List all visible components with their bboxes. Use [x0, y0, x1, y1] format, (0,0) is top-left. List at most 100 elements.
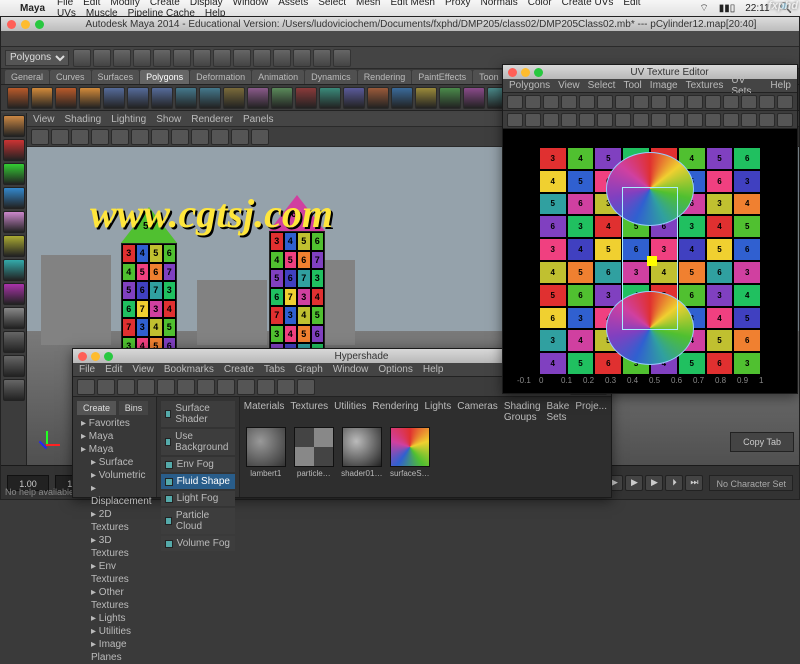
uv-tool[interactable]	[579, 113, 595, 127]
hs-menu-graph[interactable]: Graph	[295, 364, 323, 375]
mac-menu-display[interactable]: Display	[190, 0, 223, 8]
shelf-icon[interactable]	[199, 87, 221, 109]
tool-button[interactable]	[3, 139, 25, 161]
hs-menu-help[interactable]: Help	[423, 364, 444, 375]
copy-tab-button[interactable]: Copy Tab	[730, 432, 794, 452]
character-set-dropdown[interactable]: No Character Set	[709, 475, 793, 491]
hypershade-work-area[interactable]: MaterialsTexturesUtilitiesRenderingLight…	[240, 397, 611, 497]
minimize-icon[interactable]	[21, 20, 30, 29]
panel-tool[interactable]	[231, 129, 249, 145]
uv-tool[interactable]	[543, 113, 559, 127]
uv-tool[interactable]	[759, 95, 775, 109]
uv-tool[interactable]	[633, 95, 649, 109]
hs-menu-edit[interactable]: Edit	[105, 364, 122, 375]
shelf-icon[interactable]	[367, 87, 389, 109]
uv-menu-image[interactable]: Image	[650, 80, 678, 91]
status-icon[interactable]	[213, 49, 231, 67]
tree-item[interactable]: ▸ Other Textures	[81, 586, 152, 612]
uv-tool[interactable]	[669, 113, 685, 127]
hs-tab[interactable]: Materials	[244, 401, 285, 423]
hs-tool[interactable]	[137, 379, 155, 395]
panel-menu-renderer[interactable]: Renderer	[191, 114, 233, 125]
uv-tool[interactable]	[597, 113, 613, 127]
menu-set-dropdown[interactable]: Polygons	[5, 50, 69, 66]
hs-tab[interactable]: Bake Sets	[547, 401, 570, 423]
uv-manipulator[interactable]	[647, 256, 657, 266]
status-icon[interactable]	[273, 49, 291, 67]
hs-tool[interactable]	[237, 379, 255, 395]
shelf-icon[interactable]	[415, 87, 437, 109]
uv-tool[interactable]	[777, 95, 793, 109]
shelf-icon[interactable]	[463, 87, 485, 109]
uv-tool[interactable]	[741, 113, 757, 127]
uv-editor-window[interactable]: UV Texture Editor PolygonsViewSelectTool…	[502, 64, 798, 394]
shelf-tab-toon[interactable]: Toon	[473, 70, 505, 84]
mac-menu-proxy[interactable]: Proxy	[445, 0, 471, 8]
tree-item[interactable]: ▸ Surface	[81, 456, 152, 469]
tree-item[interactable]: ▸ Favorites	[81, 417, 152, 430]
mac-menu-file[interactable]: File	[57, 0, 73, 8]
panel-menu-panels[interactable]: Panels	[243, 114, 274, 125]
status-icon[interactable]	[113, 49, 131, 67]
shelf-tab-curves[interactable]: Curves	[50, 70, 91, 84]
panel-menu-view[interactable]: View	[33, 114, 55, 125]
uv-tool[interactable]	[615, 113, 631, 127]
zoom-icon[interactable]	[534, 68, 543, 77]
hs-menu-bookmarks[interactable]: Bookmarks	[164, 364, 214, 375]
uv-tool[interactable]	[705, 95, 721, 109]
uv-tool[interactable]	[615, 95, 631, 109]
uv-tool[interactable]	[561, 113, 577, 127]
node-type-item[interactable]: Env Fog	[161, 457, 235, 472]
zoom-icon[interactable]	[104, 352, 113, 361]
panel-tool[interactable]	[171, 129, 189, 145]
shelf-icon[interactable]	[223, 87, 245, 109]
hs-tab[interactable]: Rendering	[372, 401, 418, 423]
mac-menu-create[interactable]: Create	[150, 0, 180, 8]
shelf-icon[interactable]	[271, 87, 293, 109]
mac-menu-modify[interactable]: Modify	[110, 0, 139, 8]
hs-tab[interactable]: Proje...	[575, 401, 607, 423]
uv-tool[interactable]	[525, 95, 541, 109]
hs-tool[interactable]	[117, 379, 135, 395]
hs-tool[interactable]	[297, 379, 315, 395]
uv-tool[interactable]	[651, 95, 667, 109]
shelf-tab-surfaces[interactable]: Surfaces	[92, 70, 140, 84]
panel-tool[interactable]	[251, 129, 269, 145]
tool-button[interactable]	[3, 235, 25, 257]
hs-menu-view[interactable]: View	[132, 364, 154, 375]
panel-tool[interactable]	[191, 129, 209, 145]
mac-menu-normals[interactable]: Normals	[481, 0, 518, 8]
step-forward-button[interactable]: ⏵	[665, 475, 683, 491]
tab-bins[interactable]: Bins	[119, 401, 149, 415]
node-type-item[interactable]: Particle Cloud	[161, 508, 235, 534]
hs-tab[interactable]: Shading Groups	[504, 401, 541, 423]
minimize-icon[interactable]	[91, 352, 100, 361]
uv-tool[interactable]	[507, 95, 523, 109]
uv-menu-help[interactable]: Help	[770, 80, 791, 91]
tool-button[interactable]	[3, 163, 25, 185]
hs-tool[interactable]	[77, 379, 95, 395]
panel-tool[interactable]	[211, 129, 229, 145]
uv-tool[interactable]	[525, 113, 541, 127]
uv-menu-select[interactable]: Select	[588, 80, 616, 91]
tool-button[interactable]	[3, 115, 25, 137]
hs-tool[interactable]	[217, 379, 235, 395]
minimize-icon[interactable]	[521, 68, 530, 77]
hs-menu-options[interactable]: Options	[378, 364, 412, 375]
tool-button[interactable]	[3, 379, 25, 401]
hs-tab[interactable]: Textures	[290, 401, 328, 423]
panel-tool[interactable]	[51, 129, 69, 145]
status-icon[interactable]	[253, 49, 271, 67]
shelf-icon[interactable]	[319, 87, 341, 109]
shelf-icon[interactable]	[175, 87, 197, 109]
hs-menu-tabs[interactable]: Tabs	[264, 364, 285, 375]
node-type-item[interactable]: Volume Fog	[161, 536, 235, 551]
shelf-icon[interactable]	[391, 87, 413, 109]
uv-tool[interactable]	[597, 95, 613, 109]
uv-menu-tool[interactable]: Tool	[623, 80, 641, 91]
tool-button[interactable]	[3, 307, 25, 329]
tree-item[interactable]: ▸ Maya	[81, 430, 152, 443]
hs-tool[interactable]	[157, 379, 175, 395]
mac-menu-window[interactable]: Window	[233, 0, 269, 8]
mac-menu-create-uvs[interactable]: Create UVs	[562, 0, 614, 8]
